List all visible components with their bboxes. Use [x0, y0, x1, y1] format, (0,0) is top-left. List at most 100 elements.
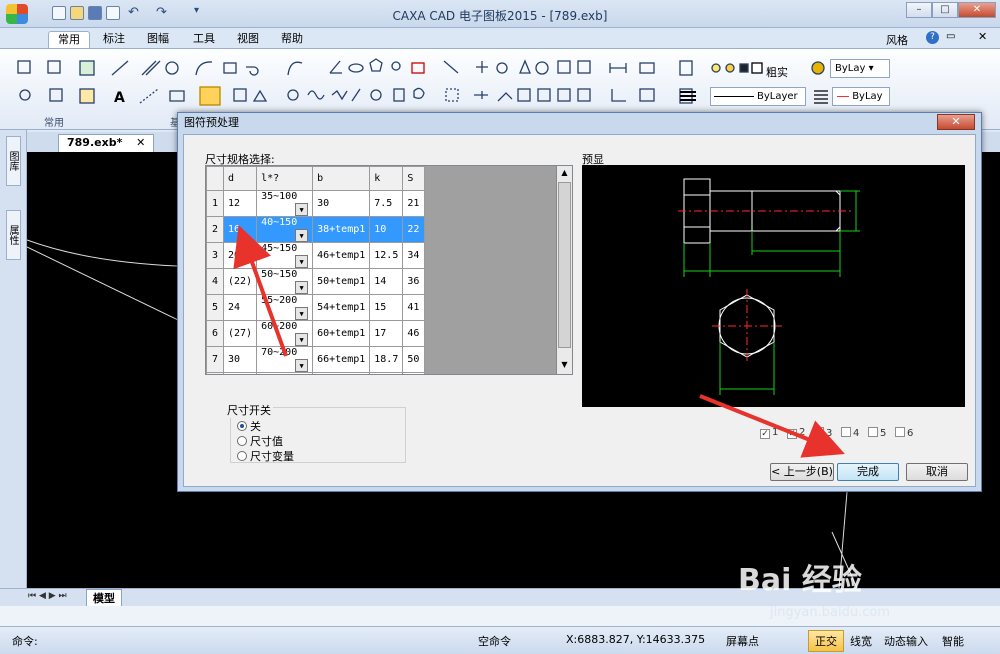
cell-d: 12	[222, 190, 258, 217]
baidu-watermark-url: jingyan.baidu.com	[770, 605, 890, 620]
dynamic-input-toggle[interactable]: 动态输入	[884, 633, 928, 649]
cell-d-text: (22)	[228, 276, 253, 287]
checkbox-box[interactable]: ✓	[760, 429, 770, 439]
dialog-close-button[interactable]: ✕	[937, 114, 975, 130]
tab-view[interactable]: 视图	[228, 31, 268, 48]
checkbox-box[interactable]	[868, 427, 878, 437]
cell-l[interactable]: 85~200▼	[256, 372, 314, 374]
checkbox-label: 4	[853, 428, 860, 439]
table-row[interactable]: 5 24 55~200 ▼ 54+temp1 15 41	[206, 294, 426, 321]
checkbox-box[interactable]: ✓	[787, 429, 797, 439]
cancel-button[interactable]: 取消	[906, 463, 968, 481]
tab-help[interactable]: 帮助	[272, 31, 312, 48]
view-checkbox-5[interactable]: 5	[868, 427, 886, 439]
tab-sheet[interactable]: 图幅	[138, 31, 178, 48]
cell-b: 54+temp1	[312, 294, 371, 321]
view-checkbox-4[interactable]: 4	[841, 427, 859, 439]
length-dropdown-icon[interactable]: ▼	[295, 333, 309, 346]
model-tab[interactable]: 模型	[86, 589, 122, 607]
radio-off-dot[interactable]	[237, 421, 247, 431]
smart-mode[interactable]: 智能	[942, 633, 964, 649]
scroll-up-icon[interactable]: ▲	[558, 168, 571, 180]
cell-d-text: 16	[228, 224, 241, 235]
cell-l[interactable]: 55~200 ▼	[256, 294, 314, 321]
checkbox-label: 3	[826, 428, 833, 439]
scroll-thumb[interactable]	[558, 182, 571, 348]
cell-l[interactable]: 45~150 ▼	[256, 242, 314, 269]
empty-command-status: 空命令	[478, 635, 511, 648]
table-scrollbar[interactable]: ▲ ▼	[556, 165, 573, 375]
color-combo-2[interactable]: ByLay	[832, 87, 890, 106]
back-button[interactable]: < 上一步(B)	[770, 463, 834, 481]
cell-l[interactable]: 60~200 ▼	[256, 320, 314, 347]
radio-size-value[interactable]: 尺寸值	[237, 433, 283, 449]
cell-s: 41	[402, 294, 426, 321]
spec-table[interactable]: d l*? b k S 1 12 35~100 ▼ 30 7.5 21 2 16 40~150 ▼ 3…	[205, 165, 573, 375]
table-row[interactable]: 7 30 70~200 ▼ 66+temp1 18.7 50	[206, 346, 426, 373]
document-tab[interactable]: 789.exb* ✕	[58, 134, 155, 152]
restore-icon[interactable]: ▭	[946, 31, 955, 42]
cell-l[interactable]: 35~100 ▼	[256, 190, 314, 217]
cell-l[interactable]: 50~150 ▼	[256, 268, 314, 295]
close-tab-icon[interactable]: ✕	[136, 136, 145, 149]
table-row[interactable]: 1 12 35~100 ▼ 30 7.5 21	[206, 190, 426, 217]
lineweight-label[interactable]: 粗实	[766, 64, 788, 80]
svg-text:A: A	[114, 90, 125, 106]
cell-b-text: 54+temp1	[317, 302, 366, 313]
table-row[interactable]: 2 16 40~150 ▼ 38+temp1 10 22	[206, 216, 426, 243]
checkbox-box[interactable]	[895, 427, 905, 437]
style-label[interactable]: 风格	[886, 32, 908, 48]
length-dropdown-icon[interactable]: ▼	[295, 203, 309, 216]
finish-button[interactable]: 完成	[837, 463, 899, 481]
tab-tools[interactable]: 工具	[184, 31, 224, 48]
length-dropdown-icon[interactable]: ▼	[295, 229, 309, 242]
radio-size-value-dot[interactable]	[237, 436, 247, 446]
radio-size-variable-dot[interactable]	[237, 451, 247, 461]
side-tab-properties[interactable]: 属性	[6, 210, 21, 260]
linewidth-toggle[interactable]: 线宽	[850, 633, 872, 649]
row-number: 4	[206, 268, 224, 295]
table-row[interactable]: 3 20 45~150 ▼ 46+temp1 12.5 34	[206, 242, 426, 269]
cell-s: 46	[402, 320, 426, 347]
length-dropdown-icon[interactable]: ▼	[295, 307, 309, 320]
cell-l[interactable]: 70~200 ▼	[256, 346, 314, 373]
checkbox-box[interactable]	[814, 427, 824, 437]
radio-size-variable[interactable]: 尺寸变量	[237, 448, 294, 464]
scroll-down-icon[interactable]: ▼	[558, 360, 571, 372]
side-tab-library[interactable]: 图库	[6, 136, 21, 186]
help-icon[interactable]: ?	[926, 31, 939, 44]
row-number-text: 1	[211, 198, 219, 209]
row-number-text: 5	[211, 302, 219, 313]
table-row[interactable]: 6 (27) 60~200 ▼ 60+temp1 17 46	[206, 320, 426, 347]
length-dropdown-icon[interactable]: ▼	[295, 281, 309, 294]
status-bar: 命令: 空命令 X:6883.827, Y:14633.375 屏幕点 正交 线…	[0, 626, 1000, 654]
bolt-preview-drawing	[678, 178, 860, 395]
table-row[interactable]: 83685~200▼78+temp122.560	[206, 372, 426, 374]
view-checkbox-1[interactable]: ✓ 1	[760, 427, 778, 439]
length-dropdown-icon[interactable]: ▼	[295, 359, 309, 372]
view-checkbox-2[interactable]: ✓ 2	[787, 427, 805, 439]
cell-d: 16	[222, 216, 258, 243]
nav-arrows[interactable]: ⏮ ◀ ▶ ⏭	[28, 591, 67, 601]
spec-grid[interactable]: d l*? b k S 1 12 35~100 ▼ 30 7.5 21 2 16 40~150 ▼ 3…	[206, 166, 426, 374]
cell-s: 34	[402, 242, 426, 269]
cell-l[interactable]: 40~150 ▼	[256, 216, 314, 243]
tab-dimension[interactable]: 标注	[94, 31, 134, 48]
table-row[interactable]: 4 (22) 50~150 ▼ 50+temp1 14 36	[206, 268, 426, 295]
length-dropdown-icon[interactable]: ▼	[295, 255, 309, 268]
close-window-button[interactable]: ✕	[958, 2, 996, 18]
close-doc-icon[interactable]: ✕	[978, 30, 987, 43]
color-combo[interactable]: ByLay ▾	[830, 59, 890, 78]
row-number-text: 7	[211, 354, 219, 365]
tab-common[interactable]: 常用	[48, 31, 90, 48]
view-checkbox-3[interactable]: 3	[814, 427, 832, 439]
snap-mode[interactable]: 屏幕点	[726, 633, 759, 649]
cell-l-text: 50~150	[261, 269, 298, 280]
ortho-toggle[interactable]: 正交	[808, 630, 844, 652]
view-checkbox-6[interactable]: 6	[895, 427, 913, 439]
linetype-combo[interactable]: ByLayer	[710, 87, 806, 106]
checkbox-box[interactable]	[841, 427, 851, 437]
maximize-button[interactable]: □	[932, 2, 958, 18]
radio-off[interactable]: 关	[237, 418, 261, 434]
minimize-button[interactable]: –	[906, 2, 932, 18]
